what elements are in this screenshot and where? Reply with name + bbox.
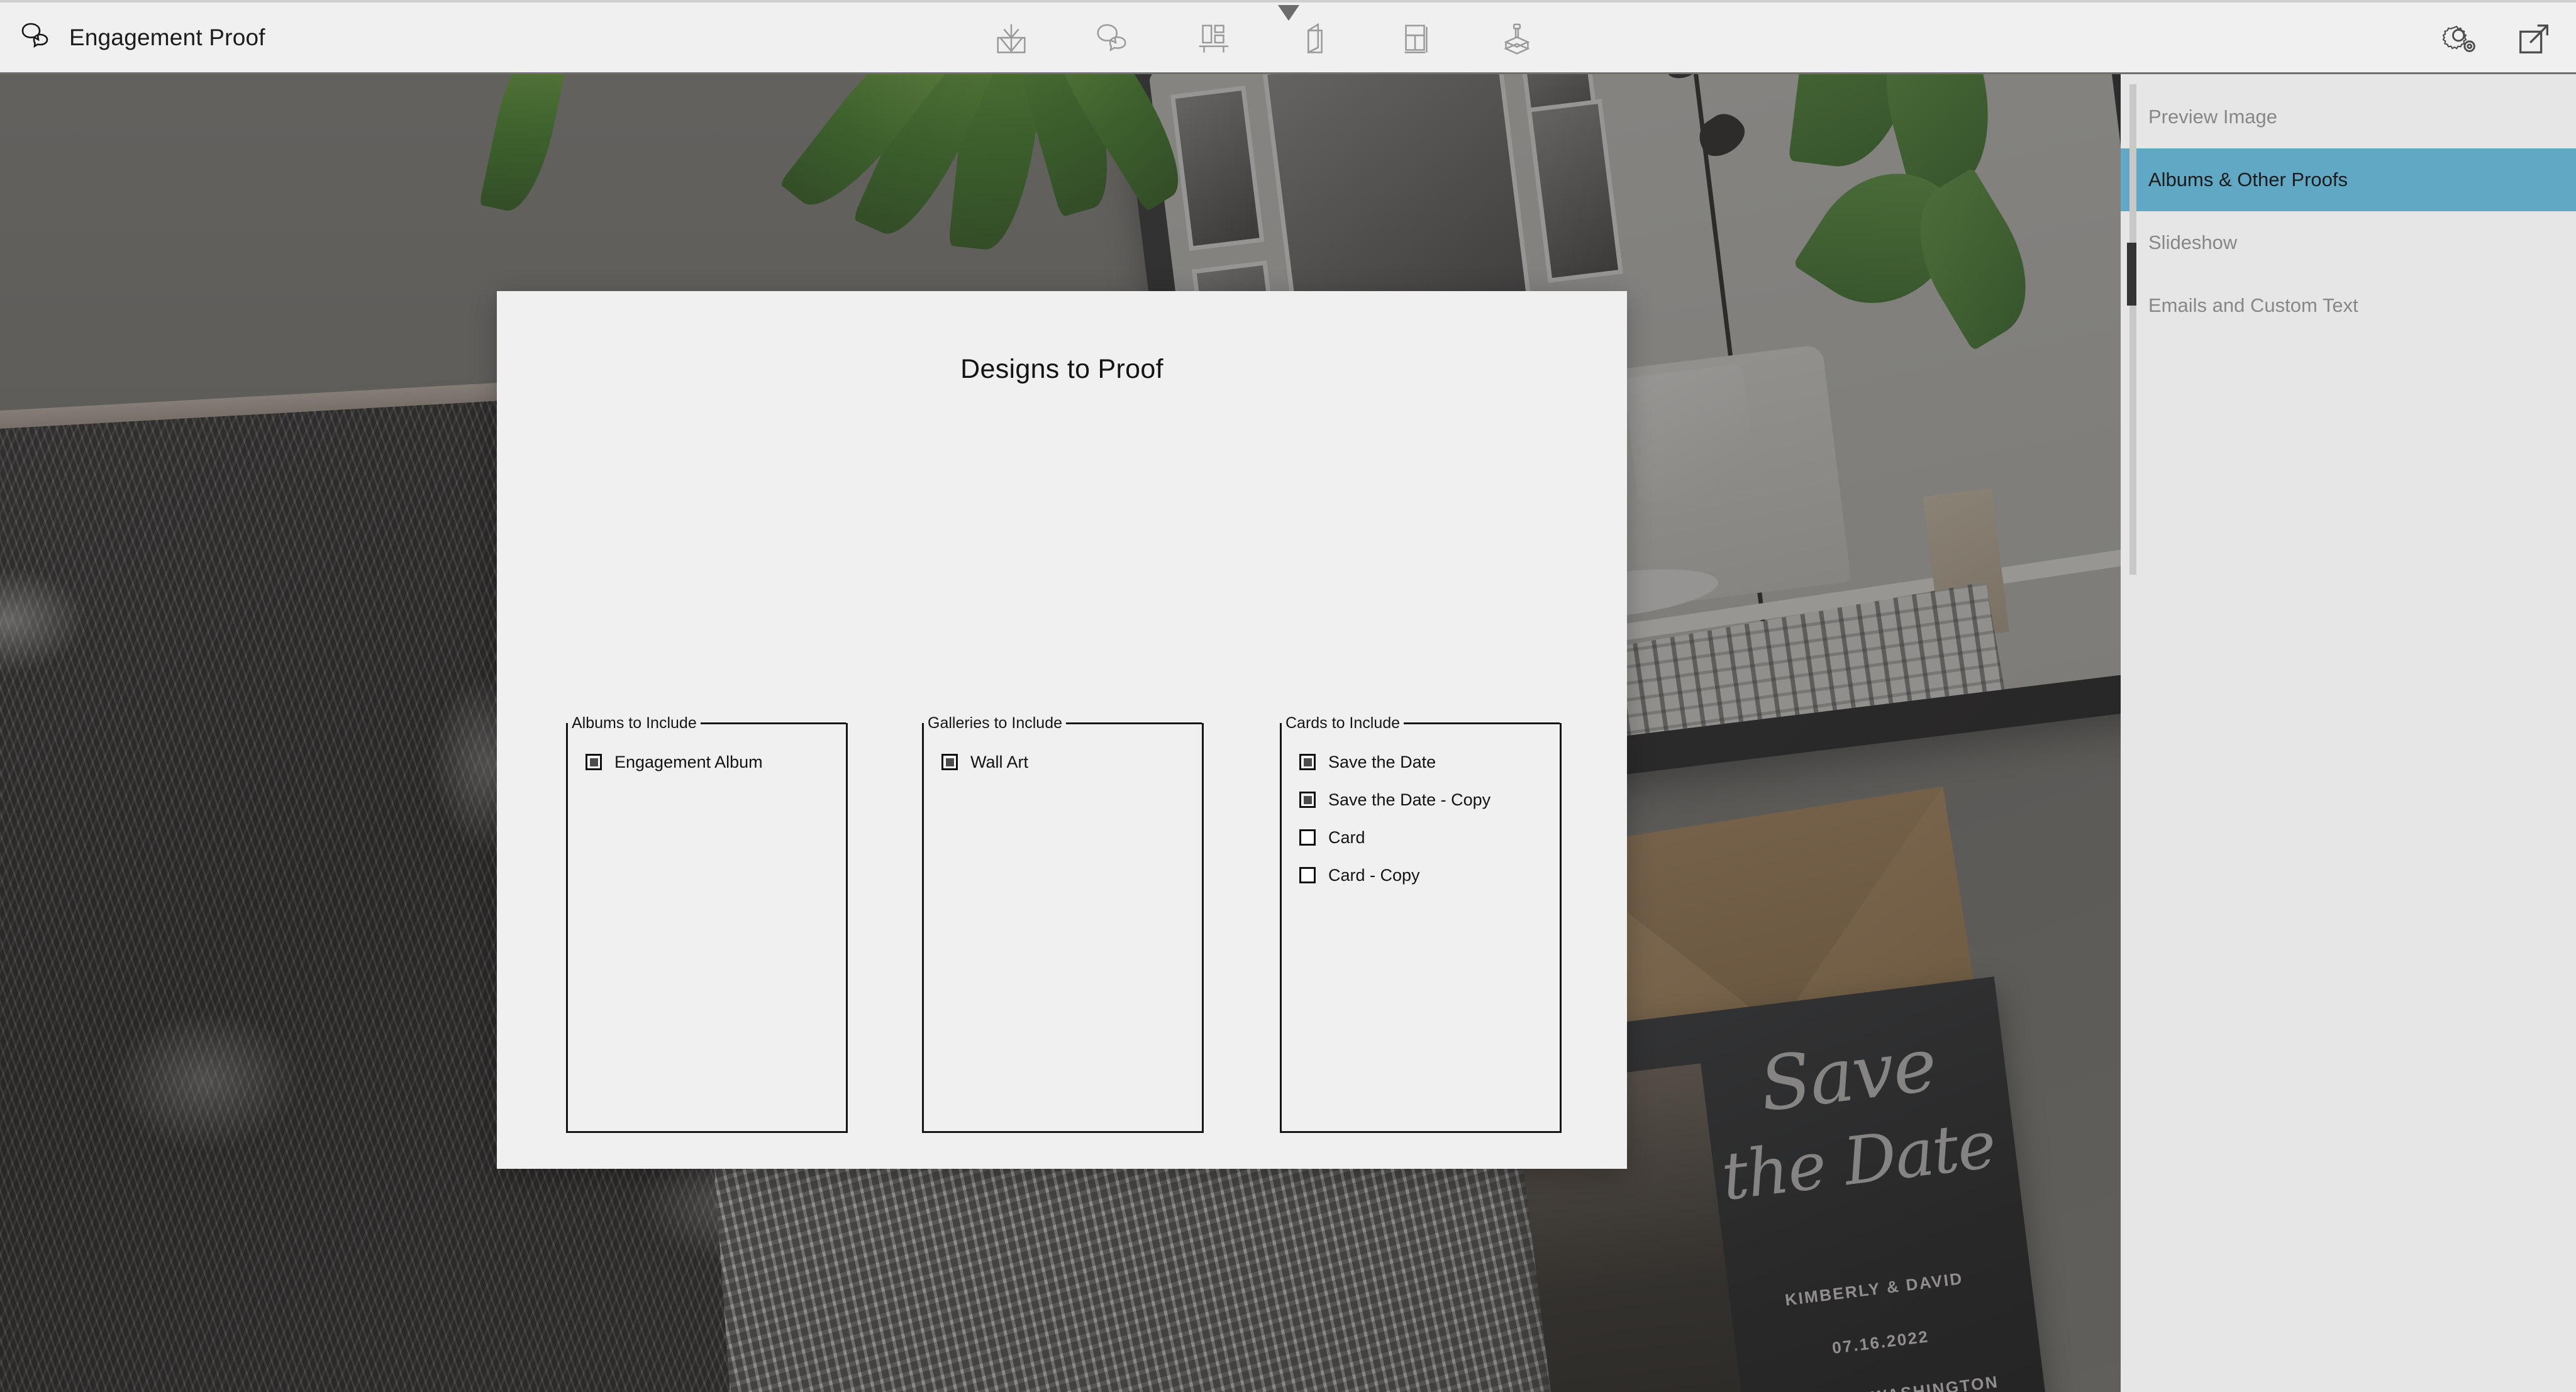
checkbox-label: Card - Copy <box>1328 865 1420 885</box>
toolbar-layout-grid-icon[interactable] <box>1385 9 1446 69</box>
sidebar-item-emails-and-custom-text[interactable]: Emails and Custom Text <box>2121 274 2576 337</box>
wall-frame <box>1526 99 1623 283</box>
active-tool-marker <box>1278 5 1299 21</box>
checkbox-label: Save the Date - Copy <box>1328 790 1491 809</box>
checkbox-card-copy[interactable] <box>1299 867 1316 883</box>
checkbox-save-the-date[interactable] <box>1299 754 1316 770</box>
checkbox-save-the-date-copy[interactable] <box>1299 792 1316 808</box>
sidebar-item-preview-image[interactable]: Preview Image <box>2121 86 2576 148</box>
sidebar-item-label: Slideshow <box>2148 231 2238 253</box>
checkbox-engagement-album[interactable] <box>586 754 602 770</box>
checkbox-row-card[interactable]: Card <box>1299 819 1560 856</box>
main-toolbar <box>956 3 1572 75</box>
right-sidebar: Preview Image Albums & Other Proofs Slid… <box>2121 74 2576 1392</box>
group-legend: Cards to Include <box>1280 711 1562 735</box>
settings-gears-icon[interactable] <box>2442 19 2482 58</box>
checkbox-label: Wall Art <box>970 752 1029 771</box>
card-names: KIMBERLY & DAVID <box>1784 1269 1965 1310</box>
sidebar-scrollbar-track[interactable] <box>2129 84 2136 575</box>
sidebar-scrollbar-thumb[interactable] <box>2127 243 2136 306</box>
sidebar-item-label: Preview Image <box>2148 106 2278 128</box>
cards-checkbox-list: Save the Date Save the Date - Copy Card … <box>1282 723 1560 894</box>
legend-corner-right <box>1560 723 1562 735</box>
legend-rule <box>700 722 846 724</box>
card-date: 07.16.2022 <box>1831 1327 1931 1357</box>
checkbox-card[interactable] <box>1299 829 1316 846</box>
checkbox-wall-art[interactable] <box>941 754 958 770</box>
toolbar-double-speech-bubble-icon[interactable] <box>1082 9 1143 69</box>
toolbar-stamp-press-icon[interactable] <box>1487 9 1547 69</box>
wall-frame <box>1170 86 1265 251</box>
legend-corner-right <box>846 723 848 735</box>
galleries-to-include-group: Galleries to Include Wall Art <box>922 714 1204 1133</box>
sidebar-item-albums-other-proofs[interactable]: Albums & Other Proofs <box>2121 148 2576 211</box>
cushion <box>1623 363 1758 504</box>
group-legend-label: Cards to Include <box>1285 714 1401 732</box>
legend-rule <box>1066 722 1202 724</box>
checkbox-label: Save the Date <box>1328 752 1436 771</box>
checkbox-row-save-the-date-copy[interactable]: Save the Date - Copy <box>1299 781 1560 819</box>
legend-rule <box>1404 722 1560 724</box>
window-title: Engagement Proof <box>69 24 265 50</box>
designs-to-proof-dialog: Designs to Proof Albums to Include Engag… <box>497 291 1627 1169</box>
floor-lamp-head <box>1655 74 1714 86</box>
group-legend: Galleries to Include <box>922 711 1204 735</box>
checkbox-row-wall-art[interactable]: Wall Art <box>941 743 1202 781</box>
design-groups: Albums to Include Engagement Album Galle… <box>497 291 1627 1169</box>
open-external-icon[interactable] <box>2514 19 2553 58</box>
toolbar-book-stand-icon[interactable] <box>981 9 1041 69</box>
title-bar: Engagement Proof <box>0 0 2576 74</box>
card-script-line-2: the Date <box>1717 1105 1999 1215</box>
checkbox-label: Engagement Album <box>614 752 763 771</box>
legend-corner-right <box>1202 723 1204 735</box>
sidebar-item-label: Emails and Custom Text <box>2148 294 2358 316</box>
group-legend-label: Albums to Include <box>572 714 697 732</box>
albums-to-include-group: Albums to Include Engagement Album <box>566 714 848 1133</box>
checkbox-row-card-copy[interactable]: Card - Copy <box>1299 856 1560 894</box>
double-speech-bubble-icon <box>19 19 55 56</box>
checkbox-row-save-the-date[interactable]: Save the Date <box>1299 743 1560 781</box>
header-actions <box>2442 3 2553 75</box>
cards-to-include-group: Cards to Include Save the Date Save the … <box>1280 714 1562 1133</box>
toolbar-wall-art-display-icon[interactable] <box>1184 9 1244 69</box>
sidebar-item-slideshow[interactable]: Slideshow <box>2121 211 2576 274</box>
checkbox-label: Card <box>1328 827 1365 847</box>
sidebar-item-label: Albums & Other Proofs <box>2148 168 2348 191</box>
group-legend-label: Galleries to Include <box>928 714 1063 732</box>
card-location: SEATTLE, WASHINGTON <box>1743 1368 2032 1392</box>
app-brand: Engagement Proof <box>0 19 265 56</box>
group-legend: Albums to Include <box>566 711 848 735</box>
checkbox-row-engagement-album[interactable]: Engagement Album <box>586 743 846 781</box>
